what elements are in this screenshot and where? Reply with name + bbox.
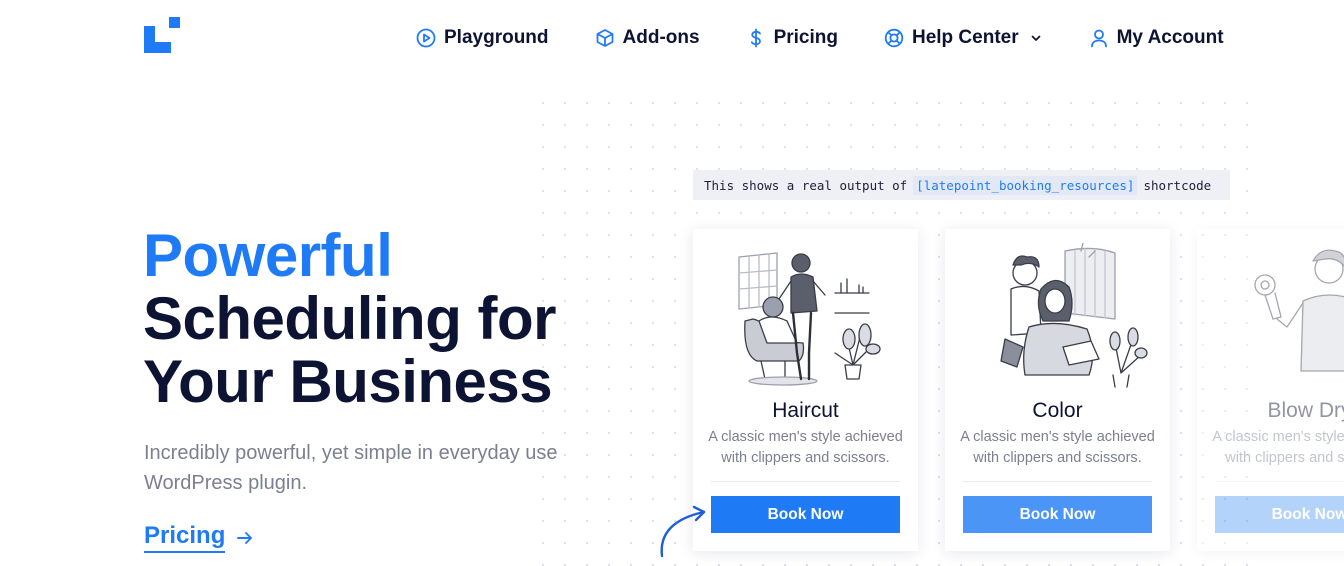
shortcode-label: This shows a real output of [latepoint_b… (693, 170, 1230, 200)
hero-title-highlight: Powerful (143, 222, 393, 289)
latepoint-logo-icon[interactable] (144, 17, 180, 53)
hero-subtitle: Incredibly powerful, yet simple in every… (144, 442, 558, 494)
nav-addons-label: Add-ons (622, 27, 700, 48)
service-card-color[interactable]: Color A classic men's style achieved wit… (945, 229, 1170, 551)
nav-addons[interactable]: Add-ons (595, 27, 700, 49)
service-description: A classic men's style achieved with clip… (708, 429, 903, 466)
service-title: Blow Dry (1267, 399, 1344, 422)
play-circle-icon (416, 28, 436, 48)
service-title: Haircut (772, 399, 839, 422)
service-card-blow-dry[interactable]: Blow Dry A classic men's style achieved … (1197, 229, 1344, 551)
blow-dry-illustration (1217, 243, 1344, 393)
nav-help-center-label: Help Center (911, 27, 1019, 48)
card-divider (1215, 481, 1344, 482)
nav-pricing-label: Pricing (773, 27, 838, 48)
shortcode-label-prefix: This shows a real output of (704, 177, 908, 193)
hero-title-line-2: Scheduling for (143, 285, 557, 352)
shortcode-label-suffix: shortcode (1143, 177, 1212, 193)
lifebuoy-icon (884, 28, 904, 48)
nav-pricing[interactable]: Pricing (746, 27, 838, 49)
curved-arrow-icon (656, 504, 712, 560)
hair-color-illustration (965, 242, 1150, 393)
card-divider (711, 481, 900, 482)
shortcode-tag: [latepoint_booking_resources] (913, 175, 1138, 195)
service-card-haircut[interactable]: Haircut A classic men's style achieved w… (693, 229, 918, 551)
nav-playground-label: Playground (444, 27, 549, 48)
nav-help-center[interactable]: Help Center (884, 27, 1043, 49)
chevron-down-icon[interactable] (1029, 31, 1043, 45)
hero-title: Powerful Scheduling for Your Business (143, 222, 557, 415)
hero-title-line-3: Your Business (143, 348, 553, 415)
barber-haircut-illustration (713, 243, 898, 393)
nav-my-account-label: My Account (1116, 27, 1224, 48)
book-now-button[interactable]: Book Now (711, 496, 900, 533)
service-description: A classic men's style achieved with clip… (1212, 429, 1344, 466)
service-description: A classic men's style achieved with clip… (960, 429, 1155, 466)
main-nav: Playground Add-ons Pricing Help Center M… (416, 24, 1224, 52)
book-now-button[interactable]: Book Now (1215, 496, 1344, 533)
pricing-link[interactable]: Pricing (144, 522, 255, 553)
pricing-link-label: Pricing (144, 522, 226, 553)
service-title: Color (1032, 399, 1083, 422)
nav-playground[interactable]: Playground (416, 27, 549, 49)
cube-icon (595, 28, 615, 48)
dollar-icon (746, 28, 766, 48)
arrow-right-icon (235, 528, 255, 548)
nav-my-account[interactable]: My Account (1089, 27, 1224, 49)
card-divider (963, 481, 1152, 482)
book-now-button[interactable]: Book Now (963, 496, 1152, 533)
user-icon (1089, 28, 1109, 48)
